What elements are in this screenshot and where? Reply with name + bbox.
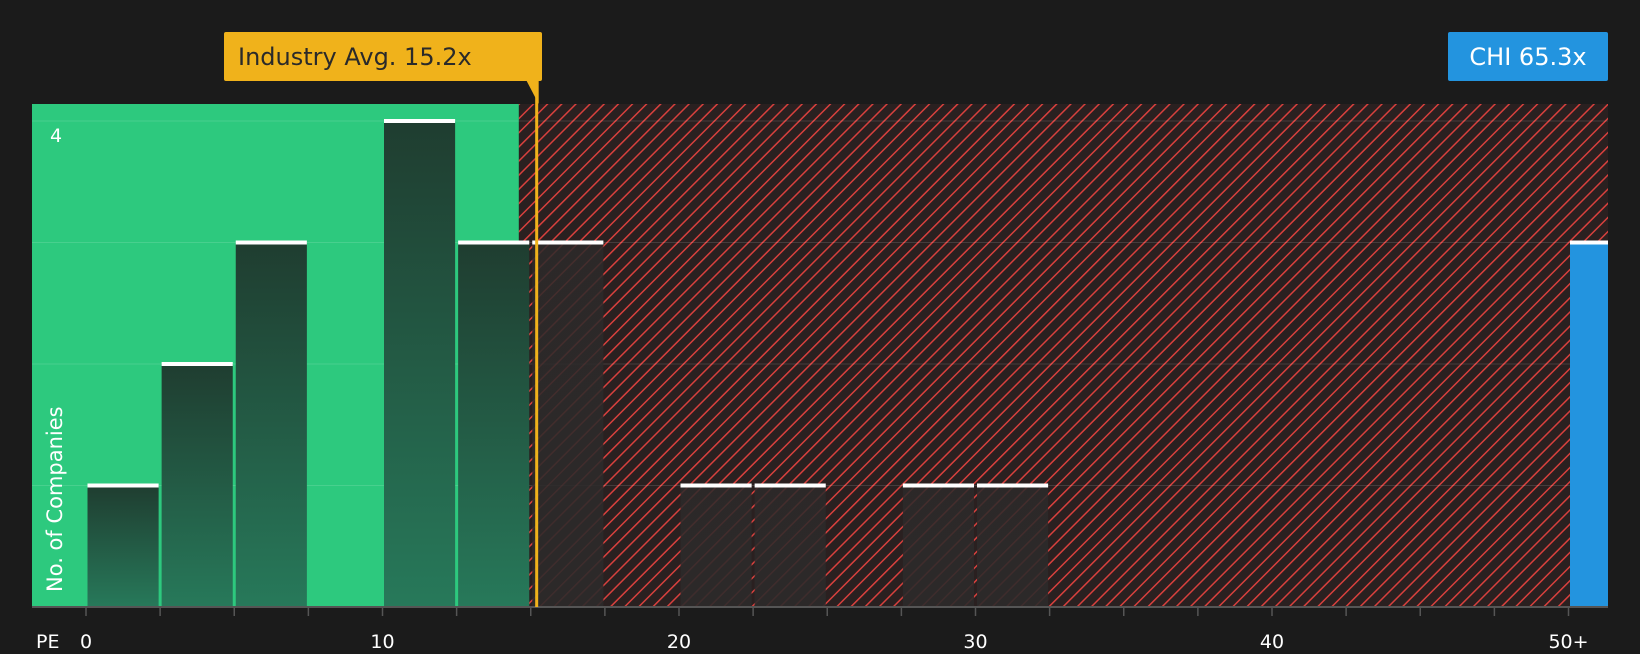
y-axis-label: No. of Companies (43, 406, 67, 592)
histogram-bar (902, 485, 974, 607)
y-tick-label: 4 (50, 125, 62, 147)
x-tick-label: 0 (80, 631, 92, 650)
histogram-bar-cap (532, 240, 604, 245)
company-bar (1570, 242, 1608, 607)
histogram-bar (680, 485, 752, 607)
histogram-bar (161, 364, 233, 607)
histogram-bar (87, 485, 159, 607)
histogram-bar-cap (902, 483, 974, 488)
x-tick-label: 20 (667, 631, 691, 650)
x-tick-label: 10 (370, 631, 394, 650)
x-tick-label: 30 (963, 631, 987, 650)
histogram-bar-cap (977, 483, 1049, 488)
histogram-bar-cap (754, 483, 826, 488)
histogram-bar (532, 242, 604, 607)
histogram-bar-cap (235, 240, 307, 245)
histogram-bar-cap (87, 483, 159, 488)
industry-avg-callout-pointer (526, 81, 539, 104)
histogram-bar (458, 242, 530, 607)
histogram-bar-cap (161, 362, 233, 366)
x-axis-label: PE (36, 631, 59, 650)
histogram-bar-cap (384, 119, 456, 123)
histogram-bar (235, 242, 307, 607)
company-label: CHI 65.3x (1469, 43, 1586, 71)
x-tick-label: 50+ (1548, 631, 1588, 650)
industry-avg-label: Industry Avg. 15.2x (238, 43, 472, 71)
histogram-bar (384, 121, 456, 607)
x-tick-label: 40 (1260, 631, 1284, 650)
pe-distribution-chart: 0 10 20 30 40 50+ PE 4 No. of Companies Industry… (0, 0, 1640, 653)
histogram-bar-cap (680, 483, 752, 488)
histogram-bar (977, 485, 1049, 607)
histogram-bar (754, 485, 826, 607)
histogram-bar-cap (458, 240, 530, 245)
company-bar-cap (1570, 240, 1608, 245)
chart-svg: 0 10 20 30 40 50+ PE 4 No. of Companies Industry… (32, 32, 1608, 653)
